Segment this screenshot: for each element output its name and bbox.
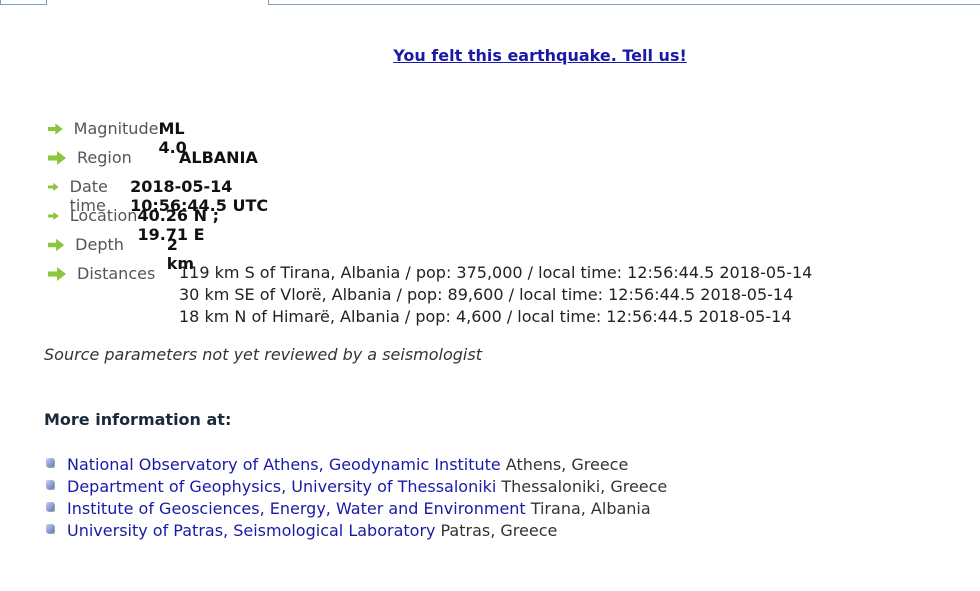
- tab-left[interactable]: [0, 0, 47, 5]
- distances-label: Distances: [77, 264, 156, 283]
- distances-row: Distances 119 km S of Tirana, Albania / …: [48, 262, 812, 328]
- institute-location: Athens, Greece: [505, 455, 629, 474]
- blue-bullet-icon: [46, 480, 54, 489]
- institute-link[interactable]: University of Patras, Seismological Labo…: [67, 520, 435, 542]
- blue-bullet-icon: [46, 458, 54, 467]
- institute-link[interactable]: Institute of Geosciences, Energy, Water …: [67, 498, 526, 520]
- green-right-arrow-icon: [48, 182, 59, 192]
- blue-bullet-icon: [46, 524, 54, 533]
- location-label: Location: [69, 206, 138, 225]
- list-item: Department of Geophysics, University of …: [46, 476, 667, 498]
- distances-list: 119 km S of Tirana, Albania / pop: 375,0…: [179, 262, 812, 328]
- tab-right[interactable]: [268, 0, 980, 5]
- green-right-arrow-icon: [48, 211, 59, 221]
- region-value: ALBANIA: [179, 148, 258, 167]
- blue-bullet-icon: [46, 502, 54, 511]
- distance-line: 119 km S of Tirana, Albania / pop: 375,0…: [179, 263, 813, 282]
- more-info-title: More information at:: [44, 410, 232, 429]
- source-note: Source parameters not yet reviewed by a …: [44, 345, 482, 364]
- list-item: National Observatory of Athens, Geodynam…: [46, 454, 667, 476]
- institute-link[interactable]: National Observatory of Athens, Geodynam…: [67, 454, 501, 476]
- green-right-arrow-icon: [48, 238, 65, 252]
- green-right-arrow-icon: [48, 151, 66, 165]
- region-row: Region ALBANIA: [48, 148, 258, 167]
- institute-link[interactable]: Department of Geophysics, University of …: [67, 476, 496, 498]
- region-label: Region: [77, 148, 132, 167]
- distance-line: 30 km SE of Vlorë, Albania / pop: 89,600…: [179, 285, 794, 304]
- distance-line: 18 km N of Himarë, Albania / pop: 4,600 …: [179, 307, 792, 326]
- green-right-arrow-icon: [48, 267, 66, 281]
- green-right-arrow-icon: [48, 123, 63, 135]
- felt-earthquake-link[interactable]: You felt this earthquake. Tell us!: [0, 46, 980, 65]
- top-tab-bar: [0, 0, 980, 8]
- institute-location: Tirana, Albania: [530, 499, 651, 518]
- institute-location: Thessaloniki, Greece: [501, 477, 668, 496]
- institute-location: Patras, Greece: [440, 521, 558, 540]
- more-info-links: National Observatory of Athens, Geodynam…: [46, 454, 667, 542]
- list-item: Institute of Geosciences, Energy, Water …: [46, 498, 667, 520]
- magnitude-label: Magnitude: [73, 119, 159, 138]
- list-item: University of Patras, Seismological Labo…: [46, 520, 667, 542]
- depth-label: Depth: [75, 235, 124, 254]
